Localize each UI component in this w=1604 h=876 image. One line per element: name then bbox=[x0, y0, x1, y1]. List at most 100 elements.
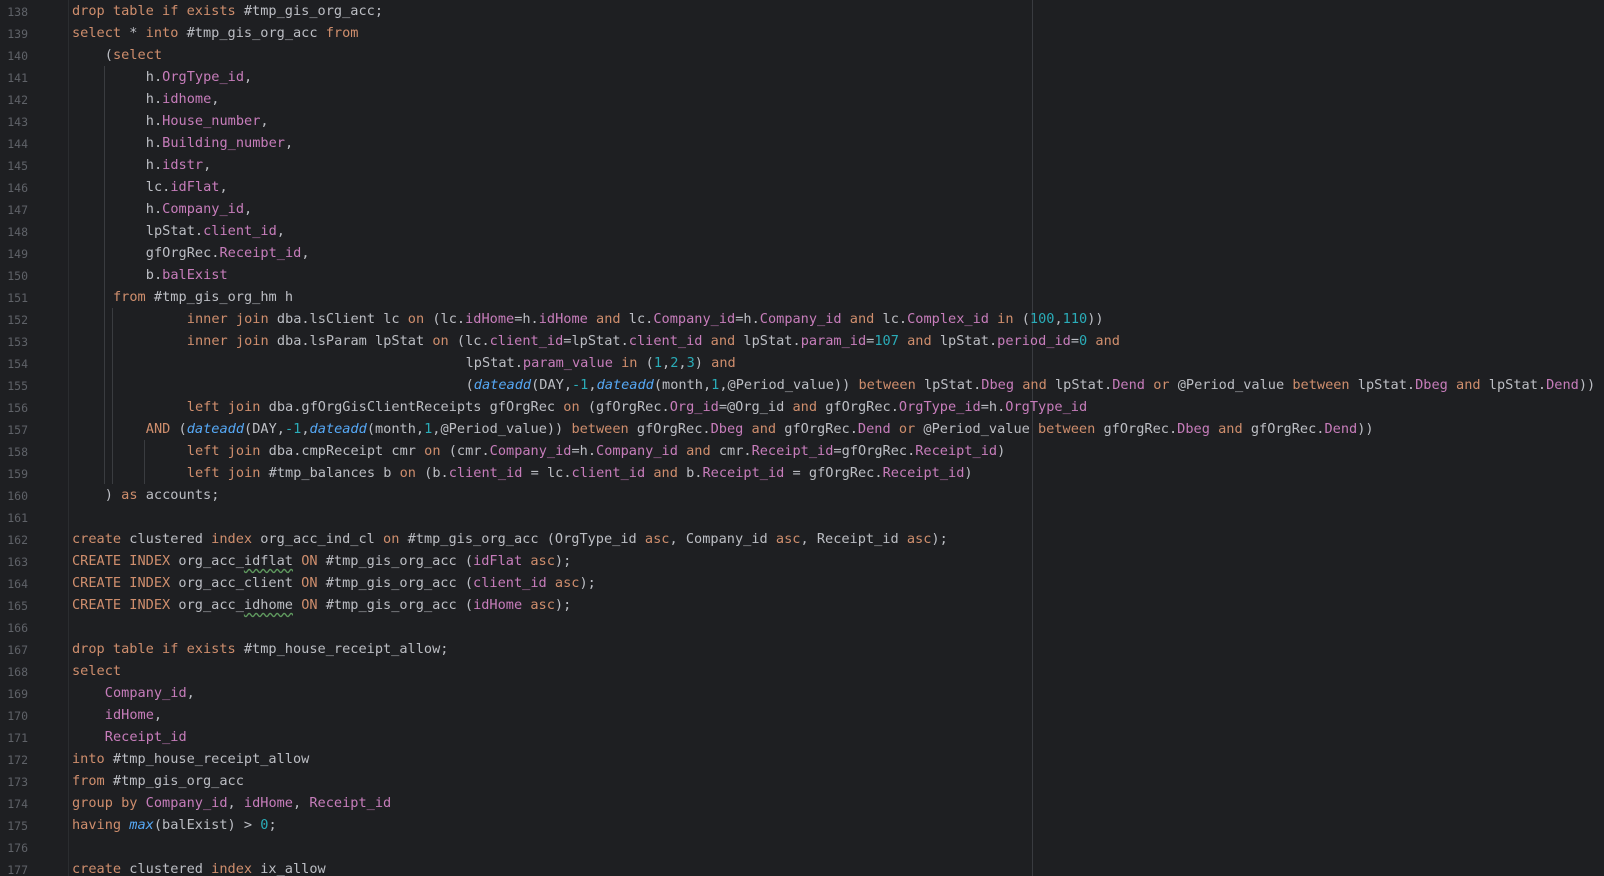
code-line[interactable]: 162 create clustered index org_acc_ind_cl… bbox=[0, 528, 1604, 550]
code-line[interactable]: 141 h.OrgType_id, bbox=[0, 66, 1604, 88]
code-line[interactable]: 157 AND (dateadd(DAY,-1,dateadd(month,1,@… bbox=[0, 418, 1604, 440]
line-number: 142 bbox=[7, 93, 28, 107]
code-line[interactable]: 170 idHome, bbox=[0, 704, 1604, 726]
code-line[interactable]: 169 Company_id, bbox=[0, 682, 1604, 704]
code-line[interactable]: 146 lc.idFlat, bbox=[0, 176, 1604, 198]
code-line[interactable]: 142 h.idhome, bbox=[0, 88, 1604, 110]
code-token: b. bbox=[677, 465, 703, 481]
code-line[interactable]: 159 left join #tmp_balances b on (b.clien… bbox=[0, 462, 1604, 484]
code-text: h.idstr, bbox=[146, 154, 211, 176]
line-number: 159 bbox=[7, 467, 28, 481]
line-number: 166 bbox=[7, 621, 28, 635]
code-token: asc bbox=[530, 597, 555, 613]
code-line[interactable]: 160) as accounts; bbox=[0, 484, 1604, 506]
code-token: Dend bbox=[857, 421, 891, 437]
line-number: 150 bbox=[7, 269, 28, 283]
code-token: select bbox=[112, 47, 163, 63]
code-line[interactable]: 172 into #tmp_house_receipt_allow bbox=[0, 748, 1604, 770]
code-token: -1 bbox=[572, 377, 589, 393]
code-token: , bbox=[260, 113, 269, 129]
code-token: asc bbox=[644, 531, 670, 547]
line-number: 170 bbox=[7, 709, 28, 723]
line-number: 175 bbox=[7, 819, 28, 833]
code-line[interactable]: 167 drop table if exists #tmp_house_recei… bbox=[0, 638, 1604, 660]
code-line[interactable]: 144 h.Building_number, bbox=[0, 132, 1604, 154]
code-line[interactable]: 177 create clustered index ix_allow bbox=[0, 858, 1604, 876]
code-token: ; bbox=[268, 817, 277, 833]
line-number: 163 bbox=[7, 555, 28, 569]
code-token: drop table if exists bbox=[72, 641, 236, 657]
code-token: gfOrgRec. bbox=[145, 245, 220, 261]
code-line[interactable]: 151 from #tmp_gis_org_hm h bbox=[0, 286, 1604, 308]
code-text: select * into #tmp_gis_org_acc from bbox=[72, 22, 359, 44]
code-token: , bbox=[284, 135, 294, 151]
code-line[interactable]: 154 lpStat.param_value in (1,2,3) and bbox=[0, 352, 1604, 374]
code-line[interactable]: 173 from #tmp_gis_org_acc bbox=[0, 770, 1604, 792]
code-token: lpStat. bbox=[1046, 377, 1113, 393]
code-line[interactable]: 145 h.idstr, bbox=[0, 154, 1604, 176]
code-line[interactable]: 175 having max(balExist) > 0; bbox=[0, 814, 1604, 836]
code-line[interactable]: 147 h.Company_id, bbox=[0, 198, 1604, 220]
code-token: or bbox=[898, 421, 916, 437]
code-token: h. bbox=[145, 69, 163, 85]
line-number: 152 bbox=[7, 313, 28, 327]
code-token: =h. bbox=[735, 311, 760, 327]
code-token: from bbox=[325, 25, 359, 41]
code-line[interactable]: 150 b.balExist bbox=[0, 264, 1604, 286]
code-line[interactable]: 158 left join dba.cmpReceipt cmr on (cmr.… bbox=[0, 440, 1604, 462]
code-token: ( bbox=[637, 355, 654, 371]
line-number: 160 bbox=[7, 489, 28, 503]
code-line[interactable]: 174 group by Company_id, idHome, Receipt_… bbox=[0, 792, 1604, 814]
code-text: CREATE INDEX org_acc_idflat ON #tmp_gis_… bbox=[72, 550, 571, 572]
code-token: ( bbox=[104, 47, 113, 63]
code-token: lpStat. bbox=[1349, 377, 1416, 393]
code-line[interactable]: 165 CREATE INDEX org_acc_idhome ON #tmp_g… bbox=[0, 594, 1604, 616]
code-line[interactable]: 168 select bbox=[0, 660, 1604, 682]
code-token: #tmp_gis_org_acc ( bbox=[317, 597, 474, 613]
code-token: or bbox=[1153, 377, 1170, 393]
code-token: client_id bbox=[203, 223, 277, 239]
code-line[interactable]: 176 bbox=[0, 836, 1604, 858]
code-token: (lc. bbox=[448, 333, 490, 349]
code-line[interactable]: 161 bbox=[0, 506, 1604, 528]
code-line[interactable]: 171 Receipt_id bbox=[0, 726, 1604, 748]
code-token: ) bbox=[964, 465, 973, 481]
code-token: , bbox=[293, 795, 310, 811]
code-token: @Period_value bbox=[1169, 377, 1293, 393]
code-token: , bbox=[662, 355, 671, 371]
code-token: idflat bbox=[243, 553, 293, 569]
code-line[interactable]: 140 (select bbox=[0, 44, 1604, 66]
code-line[interactable]: 139 select * into #tmp_gis_org_acc from bbox=[0, 22, 1604, 44]
code-text: lc.idFlat, bbox=[146, 176, 228, 198]
code-line[interactable]: 156 left join dba.gfOrgGisClientReceipts … bbox=[0, 396, 1604, 418]
line-number: 174 bbox=[7, 797, 28, 811]
code-line[interactable]: 149 gfOrgRec.Receipt_id, bbox=[0, 242, 1604, 264]
code-token: on bbox=[563, 399, 580, 415]
code-line[interactable]: 138 drop table if exists #tmp_gis_org_acc… bbox=[0, 0, 1604, 22]
code-line[interactable]: 164 CREATE INDEX org_acc_client ON #tmp_g… bbox=[0, 572, 1604, 594]
code-token: ( bbox=[170, 421, 187, 437]
line-number: 147 bbox=[7, 203, 28, 217]
code-token: , bbox=[678, 355, 687, 371]
code-token: org_acc_ bbox=[170, 553, 244, 569]
code-line[interactable]: 143 h.House_number, bbox=[0, 110, 1604, 132]
code-token: from bbox=[72, 773, 105, 789]
code-token: ); bbox=[554, 597, 572, 613]
code-token: ); bbox=[579, 575, 596, 591]
code-line[interactable]: 166 bbox=[0, 616, 1604, 638]
code-token: lpStat. bbox=[735, 333, 801, 349]
code-token: 0 bbox=[1079, 333, 1088, 349]
code-token: Company_id bbox=[145, 795, 228, 811]
code-line[interactable]: 153 inner join dba.lsParam lpStat on (lc.… bbox=[0, 330, 1604, 352]
code-token: , bbox=[186, 685, 195, 701]
code-line[interactable]: 163 CREATE INDEX org_acc_idflat ON #tmp_g… bbox=[0, 550, 1604, 572]
code-line[interactable]: 155 (dateadd(DAY,-1,dateadd(month,1,@Peri… bbox=[0, 374, 1604, 396]
code-line[interactable]: 148 lpStat.client_id, bbox=[0, 220, 1604, 242]
code-token: Company_id bbox=[653, 311, 736, 327]
code-editor[interactable]: 138 drop table if exists #tmp_gis_org_acc… bbox=[0, 0, 1604, 876]
code-line[interactable]: 152 inner join dba.lsClient lc on (lc.idH… bbox=[0, 308, 1604, 330]
